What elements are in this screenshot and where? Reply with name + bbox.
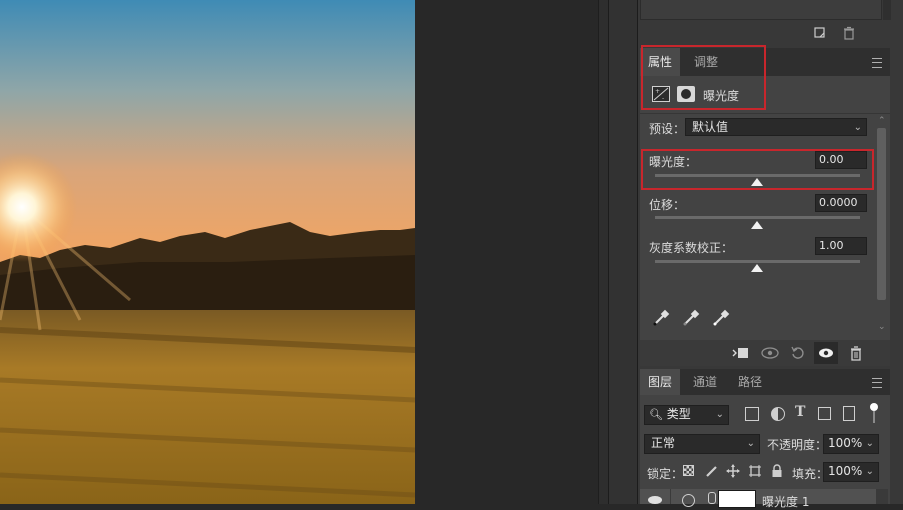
preset-label: 预设： bbox=[649, 122, 686, 136]
pixel-layer-filter-icon[interactable] bbox=[745, 407, 759, 421]
upper-panel-area bbox=[640, 0, 882, 20]
panel-menu-icon[interactable] bbox=[872, 378, 882, 388]
gamma-slider-thumb[interactable] bbox=[751, 264, 763, 272]
offset-label: 位移： bbox=[649, 198, 686, 212]
lock-position-icon[interactable] bbox=[726, 464, 740, 478]
exposure-adjustment-icon: + - bbox=[652, 86, 670, 102]
visibility-eye-icon[interactable] bbox=[814, 342, 838, 364]
link-icon[interactable] bbox=[708, 492, 716, 504]
gamma-slider-track[interactable] bbox=[655, 260, 860, 263]
reset-icon[interactable] bbox=[790, 345, 806, 361]
fill-value: 100% bbox=[828, 464, 863, 478]
layer-filter-value: 类型 bbox=[666, 407, 691, 421]
trash-icon[interactable] bbox=[848, 345, 864, 361]
layer-name[interactable]: 曝光度 1 bbox=[762, 493, 809, 510]
blend-mode-dropdown[interactable]: 正常 ⌄ bbox=[644, 434, 760, 454]
white-point-eyedropper-icon[interactable] bbox=[712, 309, 730, 327]
lock-label: 锁定： bbox=[647, 467, 684, 481]
gamma-label: 灰度系数校正： bbox=[649, 241, 734, 255]
tab-properties[interactable]: 属性 bbox=[640, 48, 681, 76]
scroll-up-icon[interactable]: ⌃ bbox=[878, 116, 886, 126]
chevron-down-icon: ⌄ bbox=[865, 438, 874, 449]
layer-visibility-eye-icon[interactable] bbox=[648, 496, 662, 504]
properties-tab-bar: 属性 调整 bbox=[640, 48, 890, 76]
offset-slider-track[interactable] bbox=[655, 216, 860, 219]
trash-icon[interactable] bbox=[841, 26, 857, 42]
lock-artboard-icon[interactable] bbox=[748, 464, 762, 478]
preset-dropdown[interactable]: 默认值 ⌄ bbox=[685, 118, 867, 136]
properties-scrollbar[interactable]: ⌃ ⌄ bbox=[875, 114, 888, 338]
exposure-value-input[interactable]: 0.00 bbox=[815, 151, 867, 169]
filter-toggle-stem bbox=[873, 411, 875, 423]
type-layer-filter-icon[interactable]: T bbox=[795, 404, 805, 420]
layers-tab-bar: 图层 通道 路径 bbox=[640, 369, 890, 395]
preset-value: 默认值 bbox=[692, 120, 729, 134]
adjustment-title: 曝光度 bbox=[703, 89, 740, 103]
lock-image-pixels-icon[interactable] bbox=[705, 464, 719, 478]
scrollbar-thumb[interactable] bbox=[877, 128, 886, 300]
search-icon: 🔍︎ bbox=[649, 408, 663, 421]
scroll-down-icon[interactable]: ⌄ bbox=[878, 322, 886, 332]
filter-toggle-icon[interactable] bbox=[870, 403, 878, 411]
clip-to-layer-icon[interactable] bbox=[731, 345, 749, 361]
fill-input[interactable]: 100% ⌄ bbox=[823, 462, 879, 482]
gamma-value-input[interactable]: 1.00 bbox=[815, 237, 867, 255]
exposure-slider-thumb[interactable] bbox=[751, 178, 763, 186]
exposure-label: 曝光度： bbox=[649, 155, 698, 169]
new-layer-icon[interactable] bbox=[812, 26, 828, 42]
upper-panel-scrollbar[interactable] bbox=[883, 0, 891, 20]
offset-value-input[interactable]: 0.0000 bbox=[815, 194, 867, 212]
black-point-eyedropper-icon[interactable] bbox=[652, 309, 670, 327]
collapsed-dock bbox=[608, 0, 638, 504]
chevron-down-icon: ⌄ bbox=[746, 438, 755, 449]
opacity-input[interactable]: 100% ⌄ bbox=[823, 434, 879, 454]
svg-text:+: + bbox=[655, 88, 660, 95]
adjustment-layer-icon bbox=[682, 494, 695, 507]
chevron-down-icon: ⌄ bbox=[715, 409, 724, 420]
separator bbox=[640, 113, 890, 114]
blend-mode-value: 正常 bbox=[651, 436, 676, 450]
panel-divider[interactable] bbox=[598, 0, 608, 504]
chevron-down-icon: ⌄ bbox=[853, 122, 862, 133]
svg-text:-: - bbox=[662, 95, 664, 101]
opacity-label: 不透明度： bbox=[767, 438, 828, 452]
layer-mask-icon[interactable] bbox=[677, 86, 695, 102]
lock-transparent-pixels-icon[interactable] bbox=[683, 465, 694, 476]
canvas-image[interactable] bbox=[0, 0, 415, 504]
offset-slider-thumb[interactable] bbox=[751, 221, 763, 229]
exposure-slider-track[interactable] bbox=[655, 174, 860, 177]
layer-mask-thumbnail[interactable] bbox=[718, 490, 756, 508]
separator bbox=[670, 489, 671, 504]
adjustment-layer-filter-icon[interactable] bbox=[771, 407, 785, 421]
view-previous-state-icon[interactable] bbox=[760, 345, 780, 361]
chevron-down-icon: ⌄ bbox=[865, 466, 874, 477]
lock-all-icon[interactable] bbox=[771, 464, 783, 478]
gray-point-eyedropper-icon[interactable] bbox=[682, 309, 700, 327]
tab-adjustments[interactable]: 调整 bbox=[686, 48, 726, 76]
tab-layers[interactable]: 图层 bbox=[640, 369, 681, 395]
layers-scrollbar[interactable] bbox=[876, 489, 888, 504]
canvas-pasteboard bbox=[415, 0, 598, 504]
smart-object-filter-icon[interactable] bbox=[843, 406, 855, 421]
shape-layer-filter-icon[interactable] bbox=[818, 407, 831, 420]
tab-channels[interactable]: 通道 bbox=[685, 369, 725, 395]
layer-filter-dropdown[interactable]: 🔍︎ 类型 ⌄ bbox=[644, 405, 729, 425]
opacity-value: 100% bbox=[828, 436, 863, 450]
panel-menu-icon[interactable] bbox=[872, 58, 882, 68]
layer-row[interactable]: 曝光度 1 bbox=[640, 489, 876, 509]
tab-paths[interactable]: 路径 bbox=[730, 369, 770, 395]
